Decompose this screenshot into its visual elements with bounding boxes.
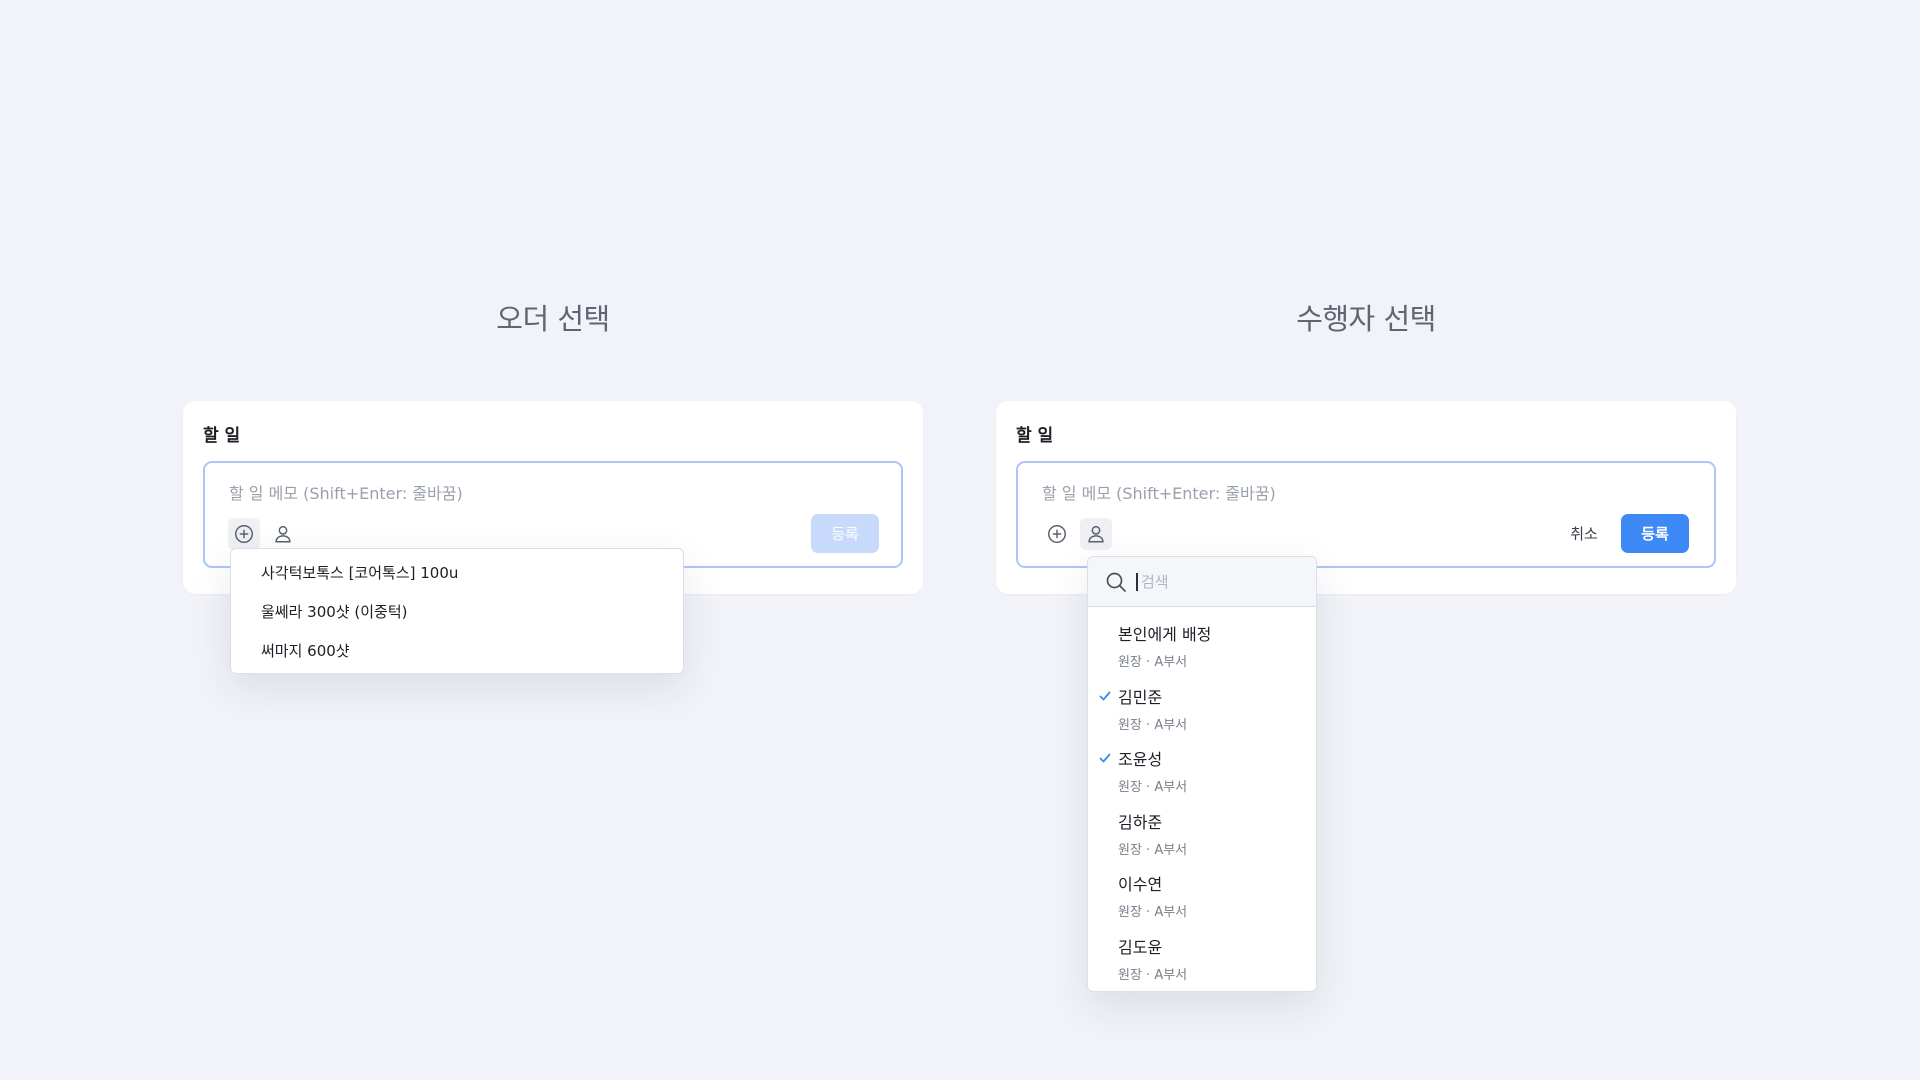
section-title-order: 오더 선택 xyxy=(496,302,610,336)
assignee-item[interactable]: 조윤성 원장 · A부서 xyxy=(1088,739,1316,802)
assignee-list: 본인에게 배정 원장 · A부서 김민준 원장 · A부서 조윤성 원장 · A… xyxy=(1088,607,1316,989)
plus-circle-icon xyxy=(235,525,253,543)
order-option[interactable]: 써마지 600샷 xyxy=(231,631,683,670)
memo-placeholder: 할 일 메모 (Shift+Enter: 줄바꿈) xyxy=(229,484,463,503)
assignee-role: 원장 · A부서 xyxy=(1118,717,1188,733)
order-option[interactable]: 사각턱보톡스 [코어톡스] 100u xyxy=(231,553,683,592)
assignee-item[interactable]: 김도윤 원장 · A부서 xyxy=(1088,927,1316,990)
assignee-name: 김하준 xyxy=(1118,812,1163,832)
order-option[interactable]: 울쎄라 300샷 (이중턱) xyxy=(231,592,683,631)
submit-button-disabled[interactable]: 등록 xyxy=(811,514,879,553)
assignee-name: 이수연 xyxy=(1118,875,1163,894)
add-order-button[interactable] xyxy=(1041,518,1073,550)
assignee-role: 원장 · A부서 xyxy=(1118,780,1188,795)
memo-placeholder: 할 일 메모 (Shift+Enter: 줄바꿈) xyxy=(1042,484,1276,503)
check-icon xyxy=(1099,691,1111,700)
todo-memo-editor[interactable]: 할 일 메모 (Shift+Enter: 줄바꿈) 취소 등록 xyxy=(1016,461,1716,568)
search-icon xyxy=(1106,572,1126,592)
assignee-role: 원장 · A부서 xyxy=(1118,842,1188,858)
assignee-name: 본인에게 배정 xyxy=(1118,625,1212,644)
plus-circle-icon xyxy=(1048,525,1066,543)
order-dropdown: 사각턱보톡스 [코어톡스] 100u 울쎄라 300샷 (이중턱) 써마지 60… xyxy=(230,548,684,674)
card-title: 할 일 xyxy=(203,426,241,446)
search-input[interactable] xyxy=(1136,572,1296,591)
assignee-role: 원장 · A부서 xyxy=(1118,655,1188,670)
assignee-name: 김민준 xyxy=(1118,687,1163,707)
card-title: 할 일 xyxy=(1016,426,1054,446)
check-icon xyxy=(1099,753,1111,763)
section-title-assignee: 수행자 선택 xyxy=(1296,302,1436,336)
assignee-role: 원장 · A부서 xyxy=(1118,905,1188,920)
assignee-item[interactable]: 김민준 원장 · A부서 xyxy=(1088,677,1316,740)
assignee-dropdown: 본인에게 배정 원장 · A부서 김민준 원장 · A부서 조윤성 원장 · A… xyxy=(1087,556,1317,992)
user-icon xyxy=(1088,525,1104,543)
assignee-item[interactable]: 이수연 원장 · A부서 xyxy=(1088,864,1316,927)
cancel-button[interactable]: 취소 xyxy=(1558,514,1610,553)
assignee-item[interactable]: 김하준 원장 · A부서 xyxy=(1088,802,1316,865)
assignee-button[interactable] xyxy=(267,518,299,550)
user-icon xyxy=(275,525,291,543)
submit-button[interactable]: 등록 xyxy=(1621,514,1689,553)
assignee-name: 김도윤 xyxy=(1118,937,1163,957)
assignee-role: 원장 · A부서 xyxy=(1118,967,1188,983)
assignee-item[interactable]: 본인에게 배정 원장 · A부서 xyxy=(1088,614,1316,677)
assignee-button[interactable] xyxy=(1080,518,1112,550)
assignee-search xyxy=(1088,557,1316,607)
assignee-name: 조윤성 xyxy=(1118,750,1163,769)
add-order-button[interactable] xyxy=(228,518,260,550)
